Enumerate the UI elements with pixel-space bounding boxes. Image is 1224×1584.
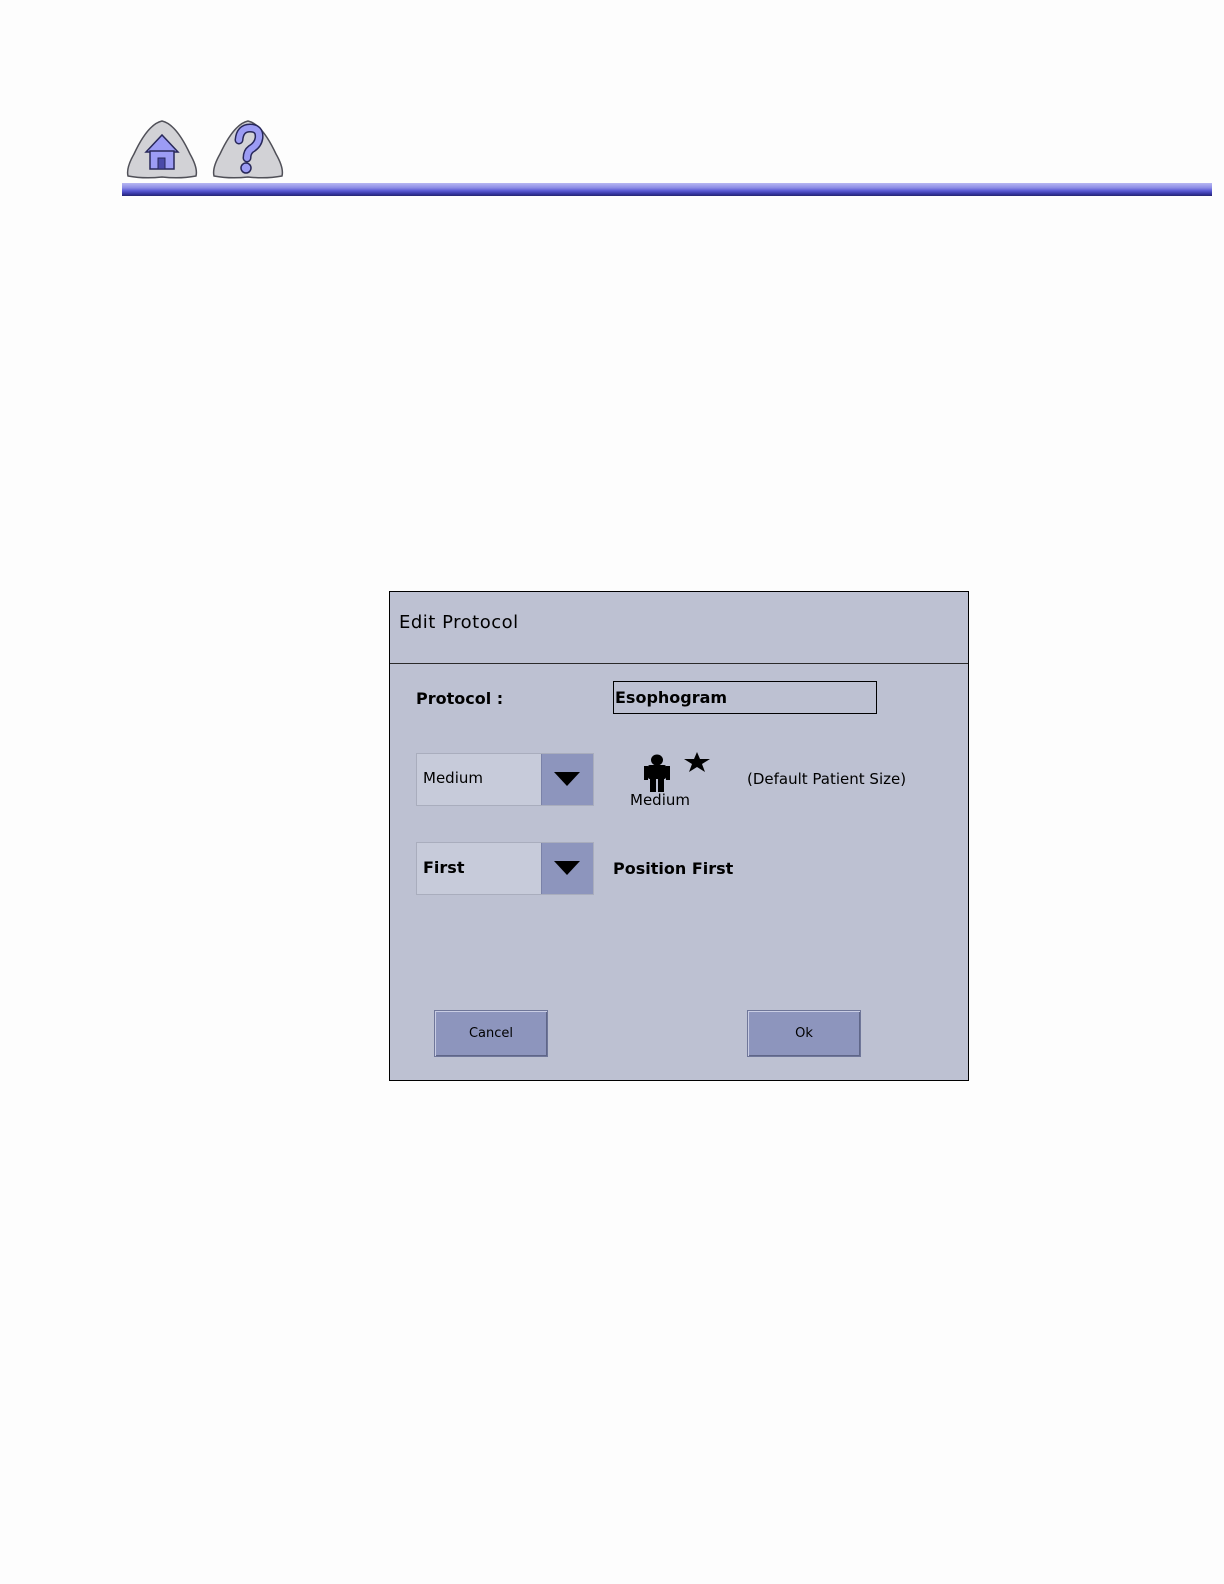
home-button[interactable] [124,118,200,180]
star-icon [684,752,710,772]
header-rule [122,183,1212,196]
default-size-note: (Default Patient Size) [747,770,907,788]
ok-button[interactable]: Ok [747,1010,861,1057]
edit-protocol-dialog: Edit Protocol Protocol : Esophogram Medi… [389,591,969,1081]
home-icon [126,120,198,179]
patient-size-value: Medium [423,769,483,787]
dialog-title: Edit Protocol [399,612,519,633]
position-dropdown-button[interactable] [541,843,593,894]
chevron-down-icon [554,772,580,786]
patient-size-select[interactable]: Medium [416,753,594,806]
position-select[interactable]: First [416,842,594,895]
patient-size-dropdown-button[interactable] [541,754,593,805]
help-icon [212,120,284,179]
position-value: First [423,858,465,877]
patient-figure-icon [644,754,670,792]
protocol-name-field[interactable]: Esophogram [613,681,877,714]
cancel-button[interactable]: Cancel [434,1010,548,1057]
chevron-down-icon [554,861,580,875]
help-button[interactable] [210,118,286,180]
position-label: Position First [613,859,734,878]
title-divider [390,663,968,664]
protocol-label: Protocol : [416,689,504,708]
patient-size-caption: Medium [630,791,690,809]
